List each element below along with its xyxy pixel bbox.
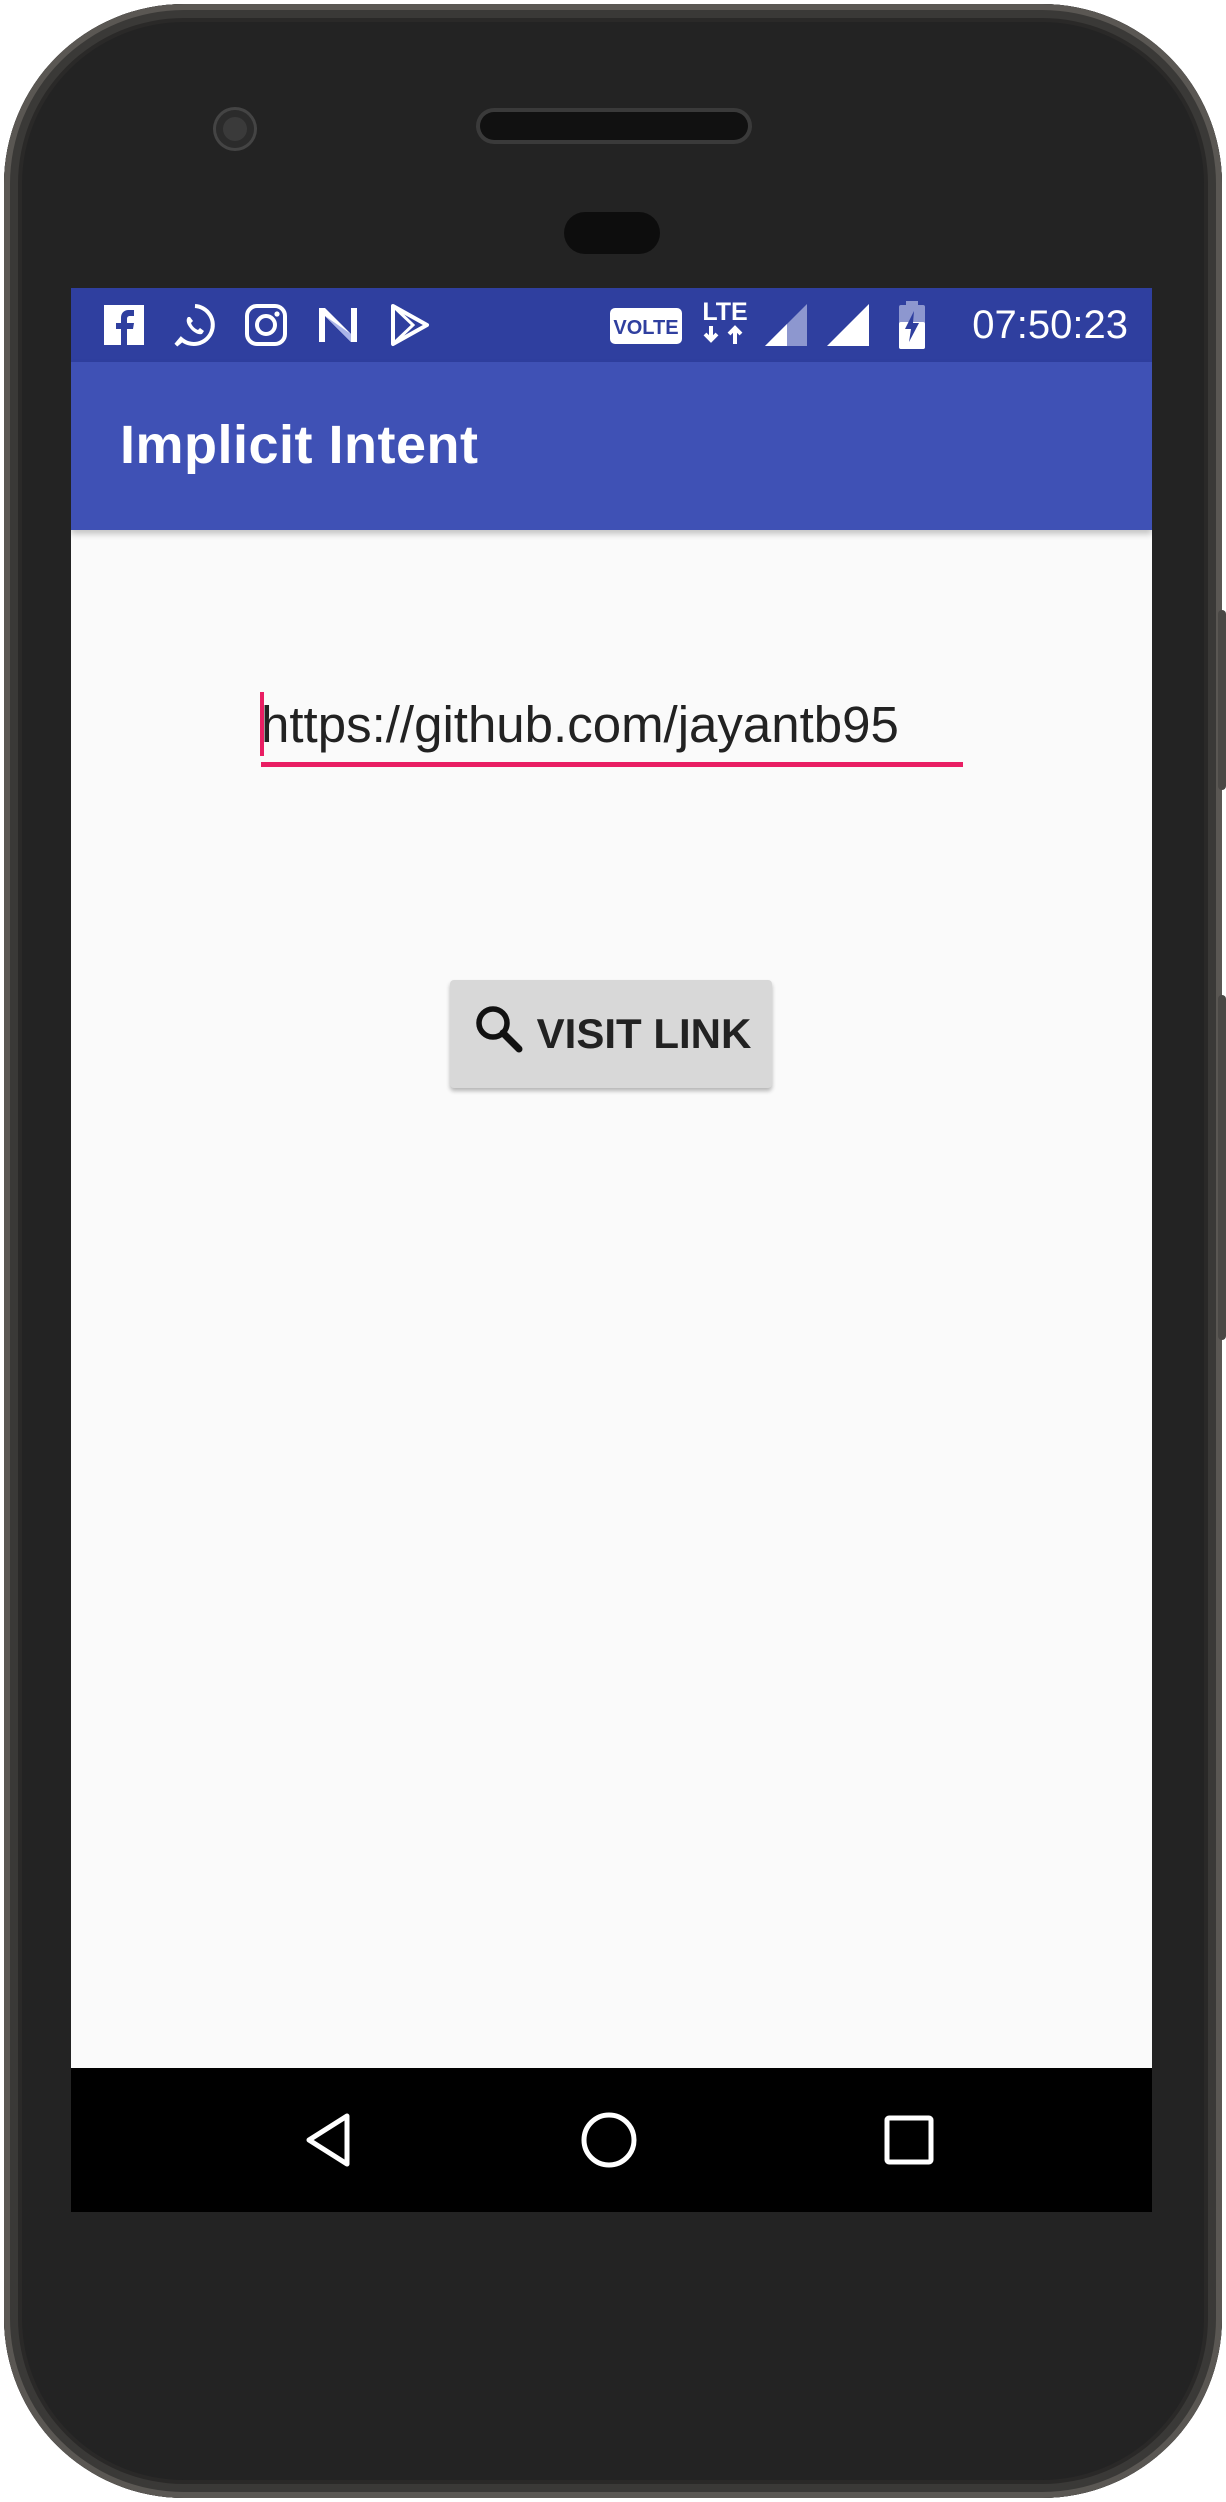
volte-icon: VOLTE <box>609 306 683 351</box>
back-icon[interactable] <box>299 2110 359 2175</box>
proximity-sensor <box>564 212 660 254</box>
whatsapp-icon <box>171 302 219 355</box>
device-screen: VOLTE LTE 07:50:23 Implicit Intent https… <box>71 288 1152 2212</box>
n-app-icon <box>315 302 361 353</box>
svg-text:VOLTE: VOLTE <box>613 317 678 339</box>
front-camera <box>216 110 254 148</box>
navigation-bar <box>71 2068 1152 2212</box>
power-button <box>1218 995 1226 1340</box>
signal-1-icon <box>763 302 809 353</box>
signal-2-icon <box>825 302 871 353</box>
instagram-icon <box>243 302 289 353</box>
status-bar: VOLTE LTE 07:50:23 <box>71 288 1152 362</box>
text-cursor <box>260 692 264 756</box>
play-store-icon <box>387 302 433 353</box>
earpiece-speaker <box>480 112 748 140</box>
home-icon[interactable] <box>579 2110 639 2175</box>
search-icon <box>471 1001 527 1067</box>
visit-link-label: VISIT LINK <box>536 1010 752 1057</box>
lte-icon: LTE <box>697 296 753 357</box>
phone-frame: VOLTE LTE 07:50:23 Implicit Intent https… <box>4 4 1222 2498</box>
app-bar: Implicit Intent <box>71 362 1152 530</box>
svg-text:LTE: LTE <box>702 298 747 326</box>
battery-charging-icon <box>897 300 927 355</box>
facebook-icon <box>101 302 147 353</box>
recents-icon[interactable] <box>879 2110 939 2175</box>
app-title: Implicit Intent <box>120 415 479 475</box>
volume-button <box>1218 610 1226 790</box>
url-input[interactable] <box>261 692 963 767</box>
visit-link-button[interactable]: VISIT LINK <box>450 980 772 1088</box>
status-time: 07:50:23 <box>972 303 1128 347</box>
